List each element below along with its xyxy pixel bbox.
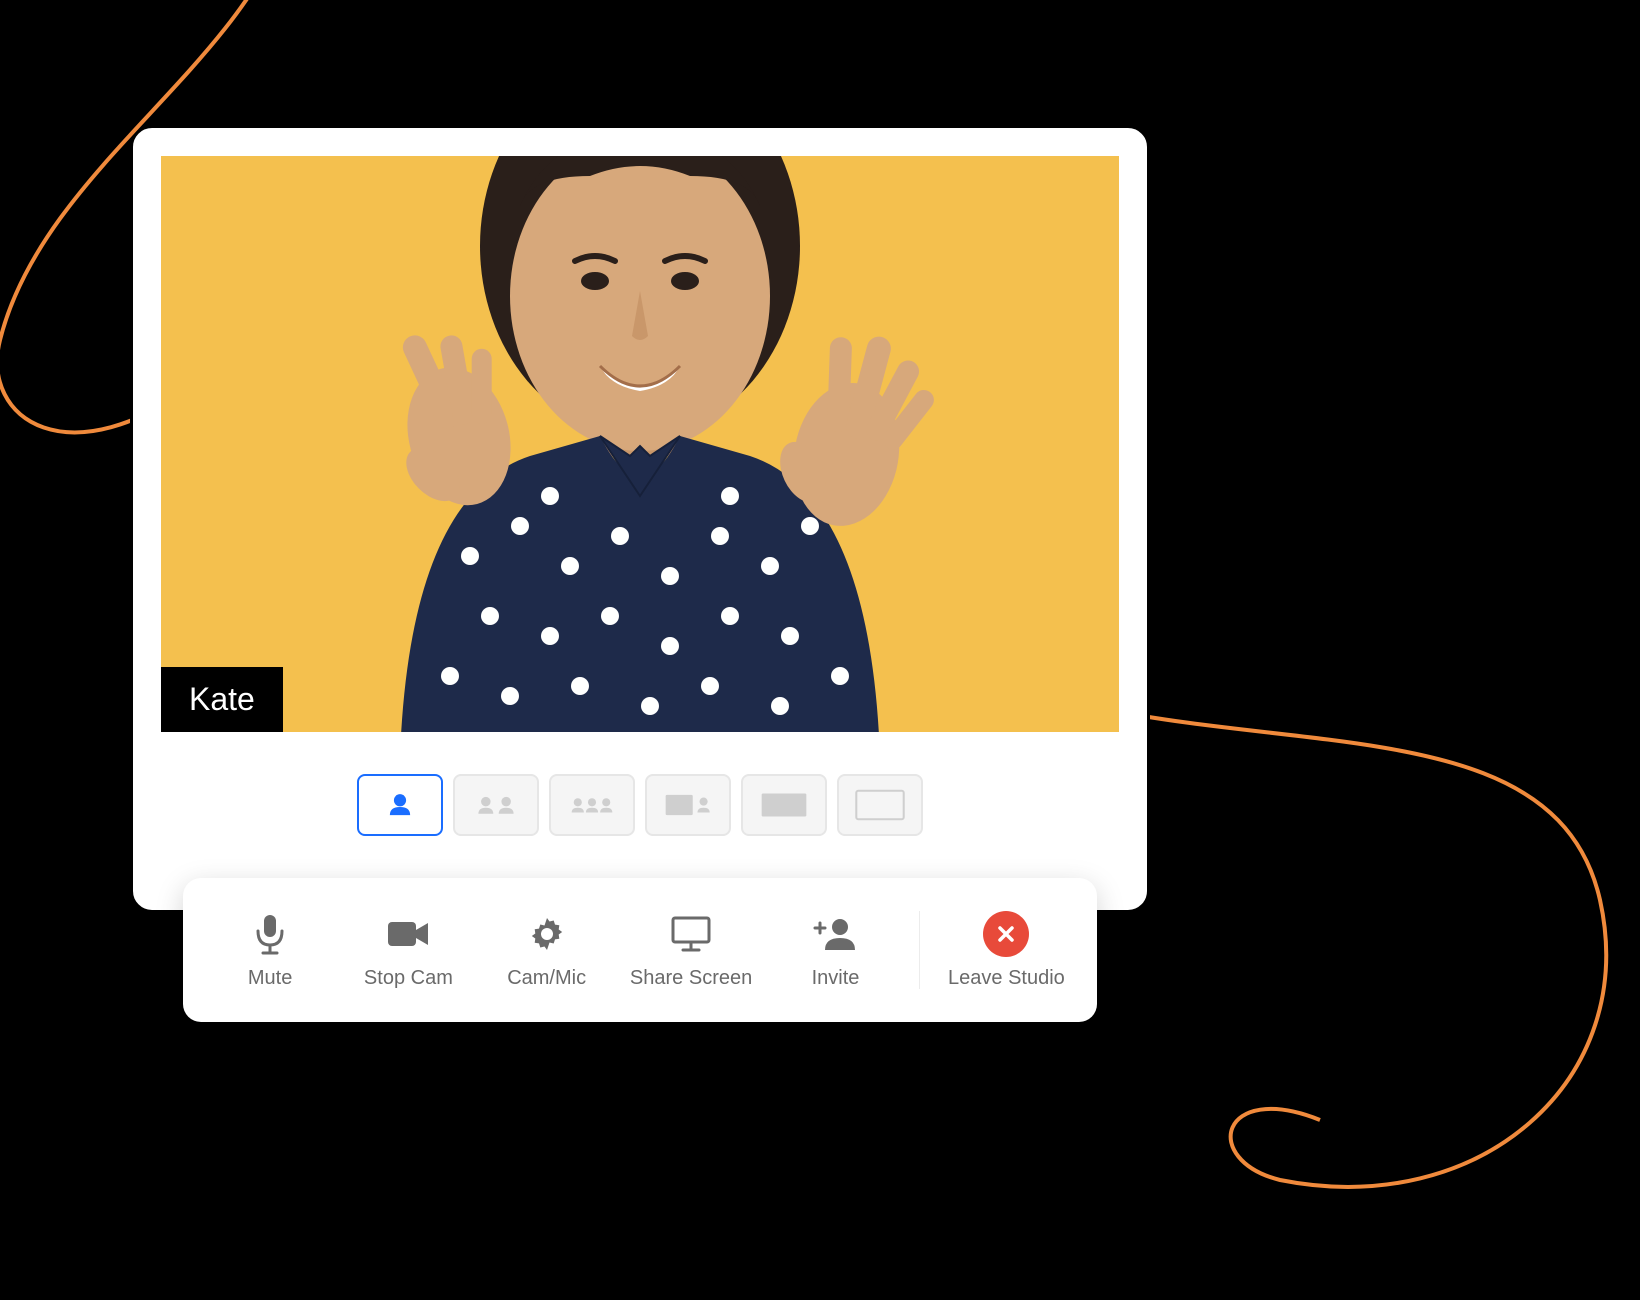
invite-label: Invite [812,967,860,990]
stop-cam-button[interactable]: Stop Cam [353,911,463,990]
layout-option-blank[interactable] [837,774,923,836]
mute-button[interactable]: Mute [215,911,325,990]
layout-option-single[interactable] [357,774,443,836]
add-person-icon [812,911,858,957]
video-feed: Kate [161,156,1119,732]
gear-icon [524,911,570,957]
participant-video-placeholder [250,156,1030,732]
control-bar: Mute Stop Cam Cam/Mic Share Screen Invit… [183,878,1097,1022]
control-divider [919,911,920,989]
participant-name-badge: Kate [161,667,283,732]
studio-window: Kate [130,125,1150,913]
layout-option-two[interactable] [453,774,539,836]
stop-cam-label: Stop Cam [364,967,453,990]
mute-label: Mute [248,967,292,990]
cam-mic-button[interactable]: Cam/Mic [492,911,602,990]
invite-button[interactable]: Invite [780,911,890,990]
layout-option-screen-one[interactable] [645,774,731,836]
leave-label: Leave Studio [948,967,1065,990]
participant-name-text: Kate [189,681,255,717]
cam-mic-label: Cam/Mic [507,967,586,990]
leave-studio-button[interactable]: Leave Studio [948,911,1065,990]
monitor-icon [668,911,714,957]
share-screen-label: Share Screen [630,967,752,990]
layout-option-screen-full[interactable] [741,774,827,836]
layout-selector [161,774,1119,836]
microphone-icon [247,911,293,957]
layout-option-three[interactable] [549,774,635,836]
camera-icon [385,911,431,957]
share-screen-button[interactable]: Share Screen [630,911,752,990]
close-icon [983,911,1029,957]
